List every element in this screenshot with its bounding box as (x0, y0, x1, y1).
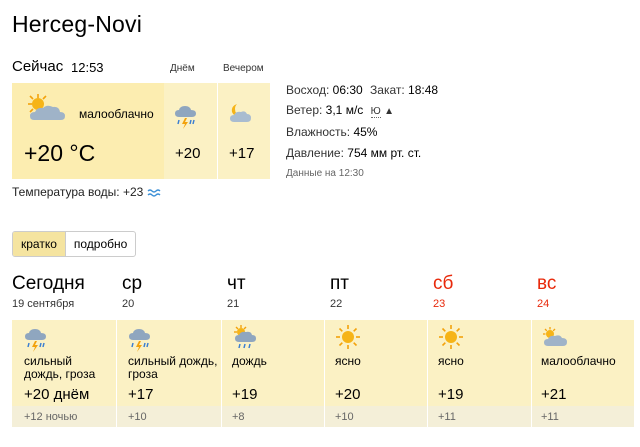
day-condition: дождь (232, 354, 267, 368)
sunrise-label: Восход: (286, 83, 330, 97)
now-label: Сейчас (12, 58, 64, 75)
rain-thunder-icon (24, 327, 48, 353)
day-condition: сильный дождь, гроза (24, 354, 96, 381)
sun-icon (335, 324, 361, 350)
column-divider (531, 320, 532, 427)
night-temp: +8 (232, 411, 245, 423)
wind-label: Ветер: (286, 103, 323, 117)
period-temp-day: +20 (175, 145, 201, 162)
day-date: 22 (330, 298, 343, 310)
divider (217, 83, 218, 179)
sunset-value: 18:48 (408, 83, 439, 97)
night-temp: +10 (128, 411, 147, 423)
night-temp: +11 (438, 411, 456, 423)
humidity-label: Влажность: (286, 125, 351, 139)
wind-arrow-icon: ▲ (384, 106, 394, 117)
now-time: 12:53 (71, 60, 104, 75)
day-temp: +20 (335, 386, 361, 403)
day-name[interactable]: вс (537, 273, 556, 295)
day-temp: +17 (128, 386, 154, 403)
sun-cloud-icon (24, 92, 68, 126)
day-name[interactable]: сб (433, 273, 453, 295)
night-temp: +11 (541, 411, 559, 423)
day-date: 20 (122, 298, 135, 310)
day-condition: ясно (335, 354, 361, 368)
moon-cloud-icon (227, 102, 253, 126)
humidity-row: Влажность: 45% (286, 125, 377, 139)
sun-icon (438, 324, 464, 350)
day-condition: сильный дождь, гроза (128, 354, 218, 381)
column-divider (427, 320, 428, 427)
day-name[interactable]: Сегодня (12, 273, 85, 295)
city-title: Herceg-Novi (12, 11, 143, 37)
sunrise-value: 06:30 (332, 83, 363, 97)
pressure-label: Давление: (286, 146, 344, 160)
sun-rain-icon (232, 324, 258, 350)
water-temp-row: Температура воды: +23 (12, 185, 161, 199)
day-date: 19 сентября (12, 298, 75, 310)
wind-value: 3,1 м/с (325, 103, 364, 117)
wave-icon (147, 188, 161, 198)
day-date: 24 (537, 298, 550, 310)
day-condition: малооблачно (541, 354, 616, 368)
day-temp: +19 (438, 386, 464, 403)
day-condition: ясно (438, 354, 464, 368)
day-temp: +19 (232, 386, 258, 403)
day-name[interactable]: чт (227, 273, 246, 295)
wind-row: Ветер: 3,1 м/с Ю ▲ (286, 103, 394, 118)
night-temp: +10 (335, 411, 354, 423)
humidity-value: 45% (353, 125, 378, 139)
day-date: 23 (433, 298, 446, 310)
water-temp-value: +23 (122, 185, 144, 199)
column-divider (221, 320, 222, 427)
view-tabs: кратко подробно (12, 231, 137, 257)
wind-direction[interactable]: Ю (370, 106, 381, 118)
period-label-day: Днём (170, 63, 195, 74)
sunrise-row: Восход: 06:30 Закат: 18:48 (286, 83, 438, 97)
sunset-label: Закат: (370, 83, 405, 97)
period-label-evening: Вечером (223, 63, 264, 74)
rain-thunder-icon (128, 327, 152, 353)
updated-time: Данные на 12:30 (286, 168, 364, 179)
pressure-value: 754 мм рт. ст. (347, 146, 422, 160)
now-temperature: +20 °C (24, 140, 96, 166)
now-condition: малооблачно (79, 107, 154, 121)
tab-short[interactable]: кратко (13, 232, 66, 256)
day-temp: +21 (541, 386, 567, 403)
column-divider (116, 320, 117, 427)
day-name[interactable]: ср (122, 273, 142, 295)
sun-cloud-icon (541, 326, 569, 348)
period-temp-evening: +17 (229, 145, 255, 162)
pressure-row: Давление: 754 мм рт. ст. (286, 146, 421, 160)
tab-detailed[interactable]: подробно (66, 232, 135, 256)
night-temp: +12 ночью (24, 411, 78, 423)
column-divider (324, 320, 325, 427)
rain-thunder-icon (174, 104, 198, 130)
day-temp: +20 днём (24, 386, 90, 403)
water-temp-label: Температура воды: (12, 185, 120, 199)
day-date: 21 (227, 298, 240, 310)
day-name[interactable]: пт (330, 273, 349, 295)
